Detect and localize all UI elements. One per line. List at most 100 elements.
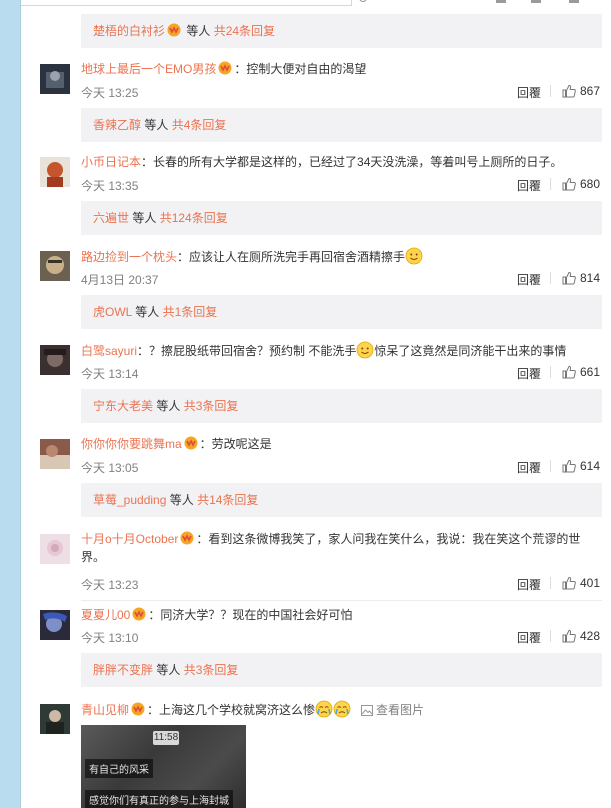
subreply-user[interactable]: 宁东大老美 — [93, 399, 153, 413]
avatar[interactable] — [40, 610, 70, 640]
like-count: 814 — [580, 271, 601, 285]
comment-time: 今天 13:25 — [81, 86, 139, 100]
like-button[interactable]: 428 — [562, 629, 600, 643]
reply-button[interactable]: 回覆 — [517, 177, 541, 194]
like-count: 680 — [580, 177, 601, 191]
comment-text: ：控制大便对自由的渴望 — [234, 62, 367, 76]
comment-image-thumbnail[interactable]: 11:58 有自己的风采 感觉你们有真正的参与上海封城 — [81, 725, 246, 808]
reply-button[interactable]: 回覆 — [517, 84, 541, 101]
like-count: 614 — [580, 459, 601, 473]
view-image-link[interactable]: 查看图片 — [361, 703, 424, 717]
comment-username[interactable]: 小币日记本 — [81, 155, 141, 169]
comment-time: 今天 13:35 — [81, 179, 139, 193]
comment-text: ：劳改呢这是 — [199, 437, 272, 451]
crying-emoji-icon — [333, 700, 351, 718]
subreply-count-link[interactable]: 共124条回复 — [160, 211, 228, 225]
comment-time: 今天 13:23 — [81, 578, 139, 592]
avatar[interactable] — [40, 704, 70, 734]
comment-username[interactable]: 白鹭sayuri — [81, 344, 137, 358]
vip-badge-icon — [217, 61, 233, 75]
comment-username[interactable]: 夏夏儿00 — [81, 608, 130, 622]
subreply-user[interactable]: 胖胖不变胖 — [93, 663, 153, 677]
thumbs-up-icon — [562, 177, 576, 191]
nav-icon-3[interactable] — [569, 0, 579, 3]
subreply-summary[interactable]: 六遍世 等人 共124条回复 — [81, 201, 602, 235]
like-count: 867 — [580, 84, 601, 98]
subreply-summary[interactable]: 宁东大老美 等人 共3条回复 — [81, 389, 602, 423]
avatar[interactable] — [40, 251, 70, 281]
subreply-summary[interactable]: 胖胖不变胖 等人 共3条回复 — [81, 653, 602, 687]
subreply-count-link[interactable]: 共14条回复 — [197, 493, 258, 507]
comment-text-line: 白鹭sayuri：？擦屁股纸带回宿舍？预约制 不能洗手 惊呆了这竟然是同济能干出来… — [81, 341, 601, 360]
subreply-summary[interactable]: 虎OWL 等人 共1条回复 — [81, 295, 602, 329]
comment-text-line: 青山见柳 ：上海这几个学校就窝济这么惨 查看图片 — [81, 700, 601, 719]
nav-icon-1[interactable] — [496, 0, 506, 3]
vip-badge-icon — [183, 436, 199, 450]
subreply-count-link[interactable]: 共24条回复 — [214, 24, 275, 38]
reply-button[interactable]: 回覆 — [517, 271, 541, 288]
comment-username[interactable]: 路边捡到一个枕头 — [81, 250, 177, 264]
comment-username[interactable]: 地球上最后一个EMO男孩 — [81, 62, 216, 76]
avatar[interactable] — [40, 534, 70, 564]
comment-time: 今天 13:05 — [81, 461, 139, 475]
like-button[interactable]: 814 — [562, 271, 600, 285]
avatar[interactable] — [40, 64, 70, 94]
vip-badge-icon — [131, 607, 147, 621]
thumbnail-caption: 有自己的风采 — [85, 759, 153, 778]
search-input-edge[interactable] — [21, 0, 352, 6]
page-left-margin — [0, 0, 21, 808]
thumbnail-caption: 感觉你们有真正的参与上海封城 — [85, 790, 233, 808]
like-button[interactable]: 661 — [562, 365, 600, 379]
like-button[interactable]: 867 — [562, 84, 600, 98]
divider — [550, 577, 551, 589]
vip-badge-icon — [166, 16, 182, 37]
smile-emoji-icon — [405, 247, 423, 265]
comment-username[interactable]: 青山见柳 — [81, 703, 129, 717]
reply-button[interactable]: 回覆 — [517, 459, 541, 476]
like-button[interactable]: 614 — [562, 459, 600, 473]
like-count: 401 — [580, 576, 601, 590]
divider — [550, 85, 551, 97]
subreply-count-link[interactable]: 共4条回复 — [172, 118, 227, 132]
thumbnail-phone-time: 11:58 — [153, 731, 179, 745]
subreply-count-link[interactable]: 共3条回复 — [184, 663, 239, 677]
comment-time: 4月13日 20:37 — [81, 273, 159, 287]
smile-emoji-icon — [356, 341, 374, 359]
comment-text: ：同济大学？？现在的中国社会好可怕 — [148, 608, 353, 622]
subreply-user[interactable]: 六遍世 — [93, 211, 129, 225]
vip-badge-icon — [179, 531, 195, 545]
subreply-summary[interactable]: 楚梧的白衬衫 等人 共24条回复 — [81, 14, 602, 48]
subreply-count-link[interactable]: 共1条回复 — [163, 305, 218, 319]
avatar[interactable] — [40, 345, 70, 375]
avatar[interactable] — [40, 157, 70, 187]
comment-text: ：长春的所有大学都是这样的，已经过了34天没洗澡，等着叫号上厕所的日子。 — [141, 155, 563, 169]
subreply-count-link[interactable]: 共3条回复 — [184, 399, 239, 413]
reply-button[interactable]: 回覆 — [517, 365, 541, 382]
subreply-user[interactable]: 草莓_pudding — [93, 493, 166, 507]
comment-text: ：看到这条微博我笑了，家人问我在笑什么，我说：我在笑这个荒谬的世 — [196, 532, 581, 546]
search-icon[interactable] — [359, 0, 367, 2]
comment-text-line: 小币日记本：长春的所有大学都是这样的，已经过了34天没洗澡，等着叫号上厕所的日子… — [81, 153, 601, 171]
reply-button[interactable]: 回覆 — [517, 576, 541, 593]
comment-username[interactable]: 十月o十月October — [81, 532, 178, 546]
like-count: 661 — [580, 365, 601, 379]
thumbs-up-icon — [562, 271, 576, 285]
reply-button[interactable]: 回覆 — [517, 629, 541, 646]
subreply-summary[interactable]: 香辣乙醇 等人 共4条回复 — [81, 108, 602, 142]
subreply-user[interactable]: 香辣乙醇 — [93, 118, 141, 132]
comment-text-line: 路边捡到一个枕头：应该让人在厕所洗完手再回宿舍酒精擦手 — [81, 247, 601, 266]
crying-emoji-icon — [315, 700, 333, 718]
subreply-user[interactable]: 虎OWL — [93, 305, 132, 319]
avatar[interactable] — [40, 439, 70, 469]
comment-username[interactable]: 你你你你要跳舞ma — [81, 437, 182, 451]
nav-icon-2[interactable] — [531, 0, 541, 3]
like-button[interactable]: 680 — [562, 177, 600, 191]
comment-text: ：应该让人在厕所洗完手再回宿舍酒精擦手 — [177, 250, 406, 264]
subreply-user[interactable]: 楚梧的白衬衫 — [93, 24, 165, 38]
image-icon — [361, 705, 374, 716]
comment-text: ：？擦屁股纸带回宿舍？预约制 不能洗手 — [137, 344, 357, 358]
comment-time: 今天 13:14 — [81, 367, 139, 381]
divider — [550, 460, 551, 472]
like-button[interactable]: 401 — [562, 576, 600, 590]
subreply-summary[interactable]: 草莓_pudding 等人 共14条回复 — [81, 483, 602, 517]
